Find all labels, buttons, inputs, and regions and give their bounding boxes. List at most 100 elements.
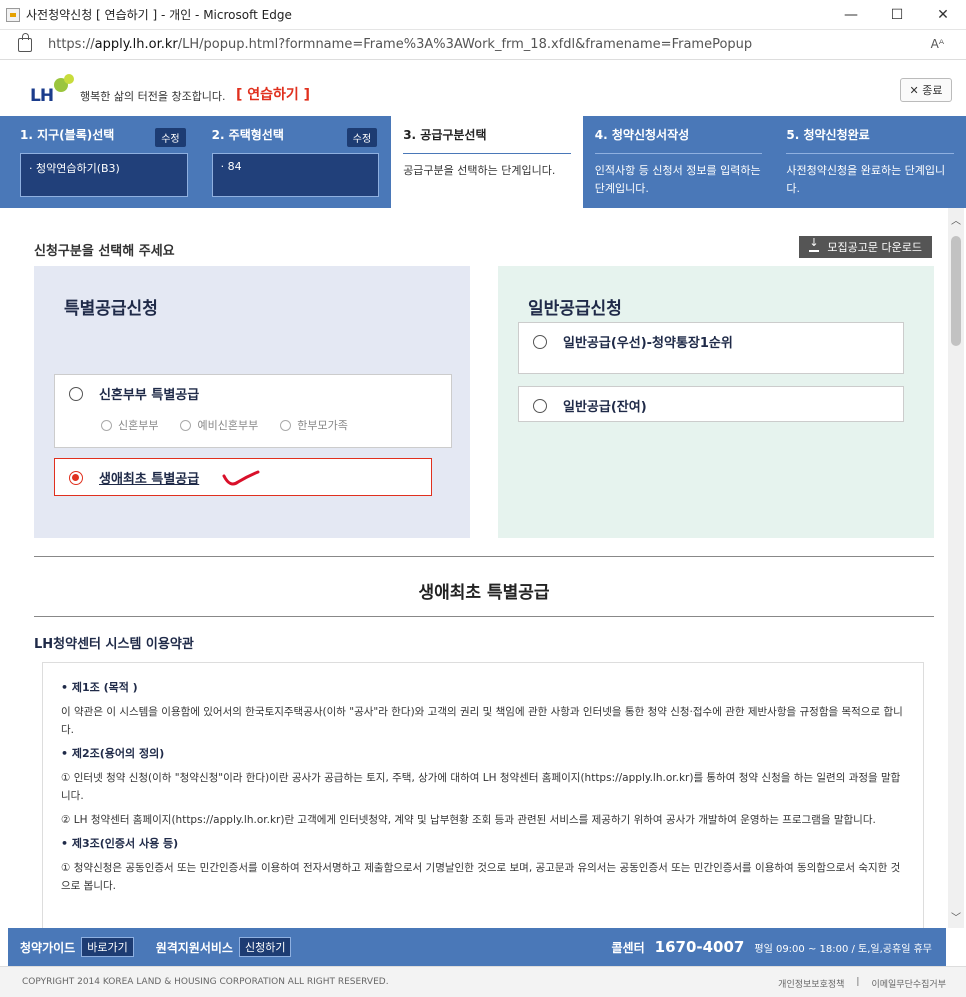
special-supply-title: 특별공급신청: [64, 299, 158, 319]
selected-supply-title: 생애최초 특별공급: [418, 583, 550, 603]
first-time-buyer-label: 생애최초 특별공급: [99, 472, 200, 487]
lh-logo: LH: [30, 74, 74, 106]
newlywed-label: 신혼부부 특별공급: [99, 388, 200, 403]
download-label: 모집공고문 다운로드: [827, 241, 922, 254]
subtype-label: 신혼부부: [118, 419, 159, 432]
divider: |: [856, 977, 860, 987]
subtype-label: 예비신혼부부: [197, 419, 259, 432]
newlywed-radio[interactable]: [69, 387, 83, 401]
step-navigation: 1. 지구(블록)선택 수정 · 청약연습하기(B3) 2. 주택형선택 수정 …: [0, 116, 966, 208]
general-priority-radio[interactable]: [533, 335, 547, 349]
general-remaining-option[interactable]: 일반공급(잔여): [518, 386, 904, 422]
slogan: 행복한 삶의 터전을 창조합니다.: [80, 90, 226, 103]
step-1: 1. 지구(블록)선택 수정 · 청약연습하기(B3): [8, 116, 200, 208]
newlywed-subtypes: 신혼부부 예비신혼부부 한부모가족: [101, 417, 348, 433]
scroll-up-icon[interactable]: ︿: [951, 212, 961, 227]
url-field[interactable]: https://apply.lh.or.kr/LH/popup.html?for…: [48, 37, 752, 52]
window-titlebar: 사전청약신청 [ 연습하기 ] - 개인 - Microsoft Edge — …: [0, 0, 966, 30]
edit-step-2-button[interactable]: 수정: [346, 128, 378, 147]
practice-label: [ 연습하기 ]: [236, 87, 311, 103]
article-2-paragraph-1: ① 인터넷 청약 신청(이하 "청약신청"이라 한다)이란 공사가 공급하는 토…: [61, 772, 901, 802]
newlywed-option[interactable]: 신혼부부 특별공급 신혼부부 예비신혼부부 한부모가족: [54, 374, 452, 448]
edit-step-1-button[interactable]: 수정: [155, 128, 186, 147]
email-refusal-link[interactable]: 이메일무단수집거부: [871, 977, 946, 990]
url-host: apply.lh.or.kr: [94, 37, 178, 52]
logo-circle-small: [64, 74, 74, 84]
step-4: 4. 청약신청서작성 인적사항 등 신청서 정보를 입력하는 단계입니다.: [583, 116, 775, 208]
article-3-title: • 제3조(인증서 사용 등): [61, 837, 179, 850]
subtype-radio[interactable]: [101, 419, 112, 431]
download-notice-button[interactable]: 모집공고문 다운로드: [799, 236, 932, 258]
minimize-button[interactable]: —: [828, 0, 874, 30]
first-time-buyer-radio[interactable]: [69, 471, 83, 485]
call-center-number: 1670-4007: [654, 938, 745, 956]
footer-links: 개인정보보호정책 | 이메일무단수집거부: [778, 977, 946, 990]
copyright-text: COPYRIGHT 2014 KOREA LAND & HOUSING CORP…: [22, 977, 389, 987]
step-description: 사전청약신청을 완료하는 단계입니다.: [786, 153, 954, 198]
selected-housing-type: · 84: [211, 153, 380, 197]
read-aloud-icon[interactable]: Aᴬ: [931, 37, 944, 51]
address-bar: https://apply.lh.or.kr/LH/popup.html?for…: [0, 30, 966, 60]
step-2: 2. 주택형선택 수정 · 84: [200, 116, 392, 208]
subtype-newlywed[interactable]: 신혼부부: [101, 417, 158, 433]
step-title: 4. 청약신청서작성: [594, 128, 690, 142]
window-title: 사전청약신청 [ 연습하기 ] - 개인 - Microsoft Edge: [26, 8, 292, 22]
guide-button[interactable]: 바로가기: [81, 937, 134, 957]
selected-block: · 청약연습하기(B3): [20, 153, 188, 197]
subtype-single-parent[interactable]: 한부모가족: [280, 417, 348, 433]
exit-button[interactable]: ✕ 종료: [900, 78, 952, 102]
window-controls: — ☐ ✕: [828, 0, 966, 30]
article-1-body: 이 약관은 이 시스템을 이용함에 있어서의 한국토지주택공사(이하 "공사"라…: [61, 706, 903, 736]
download-icon: [809, 236, 820, 252]
general-remaining-radio[interactable]: [533, 399, 547, 413]
section-heading: 신청구분을 선택해 주세요: [34, 244, 175, 259]
divider: [34, 556, 934, 557]
special-supply-panel: 특별공급신청 신혼부부 특별공급 신혼부부 예비신혼부부 한부모가족 생애최초 …: [34, 266, 470, 538]
subtype-radio[interactable]: [280, 419, 292, 431]
article-3-paragraph-1: ① 청약신청은 공동인증서 또는 민간인증서를 이용하여 전자서명하고 제출함으…: [61, 862, 901, 892]
footer-bar: 청약가이드 바로가기 원격지원서비스 신청하기 콜센터 1670-4007 평일…: [8, 928, 946, 966]
remote-support-label: 원격지원서비스: [155, 940, 233, 955]
main-content: 신청구분을 선택해 주세요 모집공고문 다운로드 특별공급신청 신혼부부 특별공…: [8, 208, 946, 928]
page-info-icon[interactable]: [18, 32, 32, 52]
logo-text: LH: [30, 86, 54, 106]
general-priority-option[interactable]: 일반공급(우선)-청약통장1순위: [518, 322, 904, 374]
app-icon: [6, 7, 20, 22]
page-scrollbar[interactable]: ︿ ﹀: [948, 208, 964, 928]
remote-support-button[interactable]: 신청하기: [238, 937, 292, 957]
scroll-down-icon[interactable]: ﹀: [951, 909, 961, 924]
call-center: 콜센터 1670-4007 평일 09:00 ~ 18:00 / 토,일,공휴일…: [612, 938, 932, 956]
privacy-policy-link[interactable]: 개인정보보호정책: [778, 977, 844, 990]
url-path: /LH/popup.html?formname=Frame%3A%3AWork_…: [177, 37, 753, 52]
step-3: 3. 공급구분선택 공급구분을 선택하는 단계입니다.: [391, 116, 583, 208]
general-priority-label: 일반공급(우선)-청약통장1순위: [563, 336, 733, 351]
terms-box[interactable]: • 제1조 (목적 ) 이 약관은 이 시스템을 이용함에 있어서의 한국토지주…: [42, 662, 924, 928]
step-title: 3. 공급구분선택: [403, 128, 487, 142]
subtype-radio[interactable]: [180, 419, 192, 431]
guide-item: 청약가이드 바로가기: [20, 937, 134, 957]
subtype-engaged[interactable]: 예비신혼부부: [180, 417, 258, 433]
general-supply-title: 일반공급신청: [528, 299, 622, 319]
handwritten-check-icon: [222, 470, 260, 486]
step-title: 5. 청약신청완료: [786, 128, 870, 142]
article-1-title: • 제1조 (목적 ): [61, 681, 138, 694]
terms-title: LH청약센터 시스템 이용약관: [34, 637, 194, 652]
site-header: LH 행복한 삶의 터전을 창조합니다. [ 연습하기 ] ✕ 종료: [0, 60, 966, 116]
article-2-title: • 제2조(용어의 정의): [61, 747, 165, 760]
general-supply-panel: 일반공급신청 일반공급(우선)-청약통장1순위 일반공급(잔여): [498, 266, 934, 538]
subtype-label: 한부모가족: [297, 419, 348, 432]
step-description: 공급구분을 선택하는 단계입니다.: [403, 153, 571, 180]
step-5: 5. 청약신청완료 사전청약신청을 완료하는 단계입니다.: [774, 116, 966, 208]
guide-label: 청약가이드: [20, 940, 76, 955]
call-center-label: 콜센터: [611, 940, 645, 955]
maximize-button[interactable]: ☐: [874, 0, 920, 30]
remote-support-item: 원격지원서비스 신청하기: [156, 937, 292, 957]
url-prefix: https://: [48, 37, 95, 52]
close-window-button[interactable]: ✕: [920, 0, 966, 30]
call-center-hours: 평일 09:00 ~ 18:00 / 토,일,공휴일 휴무: [754, 943, 932, 955]
step-description: 인적사항 등 신청서 정보를 입력하는 단계입니다.: [594, 153, 763, 198]
article-2-paragraph-2: ② LH 청약센터 홈페이지(https://apply.lh.or.kr)란 …: [61, 814, 876, 826]
general-remaining-label: 일반공급(잔여): [563, 400, 647, 415]
scrollbar-thumb[interactable]: [951, 236, 961, 346]
divider: [34, 616, 934, 617]
